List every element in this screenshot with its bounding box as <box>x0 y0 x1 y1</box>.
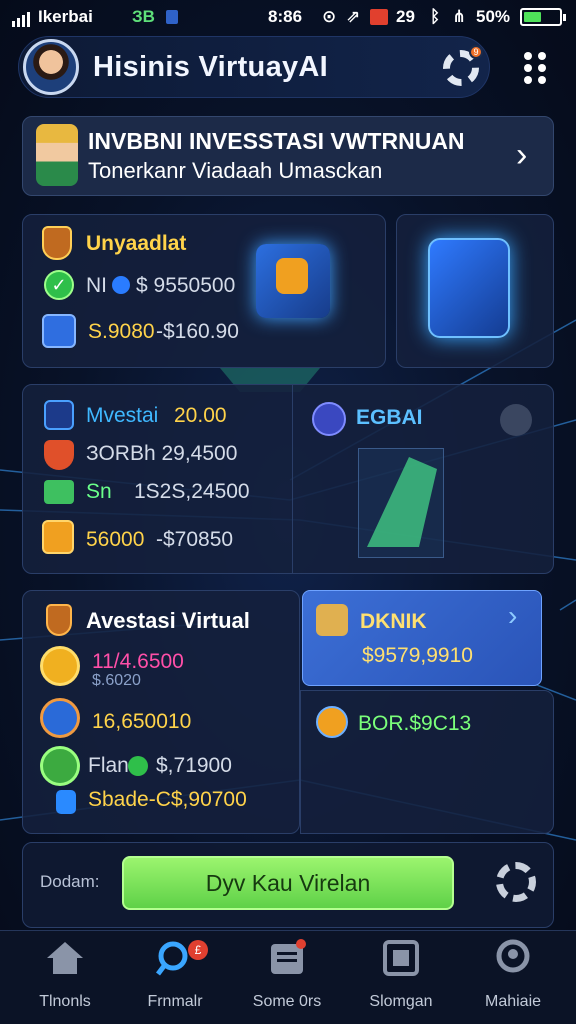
overview-row2-extra: -$160.90 <box>156 320 239 343</box>
diamond-icon <box>44 400 74 430</box>
send-icon: ⇗ <box>346 7 361 26</box>
virtual-row3-label: Flan <box>88 754 129 777</box>
action-label: Dodam: <box>40 872 100 891</box>
status-bar: Ikerbai ЗВ 8:86 ⊙ ⇗ 29 ᛒ ⋔ 50% <box>0 0 576 34</box>
status-time: 8:86 <box>268 7 303 26</box>
cash-icon <box>44 480 74 504</box>
carrier-badge: ЗВ <box>132 7 155 26</box>
overview-row2-value: S.9080 <box>88 320 155 343</box>
tab-home-label: Tlnonls <box>39 993 91 1010</box>
tab-scan-label: Slomgan <box>369 993 433 1010</box>
investments-row4-value: 56000 <box>86 528 145 551</box>
status-number: 29 <box>396 7 415 26</box>
arrow-right-icon[interactable]: › <box>508 602 517 630</box>
tab-profile[interactable]: Mahiaie <box>458 938 568 1011</box>
banner-title: INVBBNI INVESSTASI VWTRNUAN <box>88 128 465 154</box>
laptop-illustration-icon <box>256 244 330 318</box>
spreadsheet-icon <box>42 314 76 348</box>
app-notification-icon <box>166 10 178 24</box>
profile-icon <box>496 939 530 973</box>
battery-level <box>524 12 541 22</box>
battery-percent: 50% <box>476 7 511 26</box>
coin-icon <box>112 276 130 294</box>
carrier-name: Ikerbai <box>38 7 93 26</box>
user-card-icon <box>316 604 348 636</box>
chevron-right-icon[interactable]: › <box>516 138 527 172</box>
signal-icon <box>12 7 32 27</box>
character-avatar-icon <box>36 124 78 186</box>
dollar-coin-icon <box>128 756 148 776</box>
investments-row3-value: 1S2S,24500 <box>134 480 250 503</box>
check-icon: ✓ <box>44 270 74 300</box>
investments-row1-label: Mvestai <box>86 404 159 427</box>
chart-illustration <box>358 448 444 558</box>
options-icon[interactable] <box>500 404 532 436</box>
tab-documents-label: Some 0rs <box>252 993 322 1010</box>
overview-row1-value: $ 9550500 <box>136 274 236 297</box>
calendar-icon <box>42 520 74 554</box>
highlight-label: DKNIK <box>360 610 427 633</box>
more-menu-icon[interactable] <box>524 52 550 84</box>
app-title: Hisinis VirtuayAI <box>93 51 329 83</box>
action-settings-icon[interactable] <box>496 862 536 902</box>
tab-search-badge: £ <box>188 940 208 960</box>
drop-icon <box>56 790 76 814</box>
tools-icon <box>40 698 80 738</box>
primary-action-button[interactable]: Dyv Kau Virelan <box>122 856 454 910</box>
overview-row1-label: NI <box>86 274 107 297</box>
tab-scan[interactable]: Slomgan <box>346 938 456 1011</box>
tab-search-label: Frnmalr <box>147 993 203 1010</box>
tab-profile-label: Mahiaie <box>484 993 542 1010</box>
virtual-row4-value: Sbade-C$,90700 <box>88 788 247 811</box>
banner-subtitle: Tonerkanr Viadaah Umasckan <box>88 158 383 183</box>
arrow-up-icon <box>367 457 437 547</box>
pencil-coin-icon <box>40 646 80 686</box>
badge-shield-icon <box>46 604 72 636</box>
wifi-icon: ⋔ <box>452 7 467 26</box>
heart-shield-icon <box>44 440 74 470</box>
tab-documents[interactable]: Some 0rs <box>232 938 342 1011</box>
investments-row1-value: 20.00 <box>174 404 227 427</box>
shield-icon <box>42 226 72 260</box>
exchange-icon <box>40 746 80 786</box>
investments-row4-extra: -$70850 <box>156 528 234 551</box>
alarm-icon: ⊙ <box>322 7 337 26</box>
sim-icon <box>370 9 388 25</box>
card-overview-title: Unyaadlat <box>86 232 187 255</box>
globe-icon <box>312 402 346 436</box>
virtual-title: Avestasi Virtual <box>86 608 250 633</box>
tab-home[interactable]: Tlnonls <box>10 938 120 1011</box>
wallet-illustration-icon <box>428 238 510 338</box>
settings-badge: 9 <box>469 45 483 59</box>
card-divider <box>292 384 293 574</box>
home-icon <box>47 942 83 974</box>
battery-icon <box>520 8 566 26</box>
tab-search[interactable]: £ Frnmalr <box>120 938 230 1011</box>
highlight-value: $9579,9910 <box>362 644 473 667</box>
tag-icon <box>316 706 348 738</box>
document-icon <box>271 939 306 974</box>
investments-right-label: EGBAI <box>356 406 423 429</box>
virtual-row2-value: 16,650010 <box>92 710 192 733</box>
virtual-row1-value: 11/4.6500 <box>92 650 184 673</box>
bluetooth-icon: ᛒ <box>430 7 441 26</box>
app-header: Hisinis VirtuayAI 9 <box>18 36 490 98</box>
virtual-row1-sub: $.6020 <box>92 672 141 689</box>
virtual-row3-value: $,71900 <box>156 754 232 777</box>
scan-icon <box>383 940 419 976</box>
investments-row3-label: Sn <box>86 480 112 503</box>
avatar[interactable] <box>23 39 79 95</box>
extra-value: BOR.$9C13 <box>358 712 472 735</box>
investments-row2-value: ЗОRBh 29,4500 <box>86 442 238 465</box>
